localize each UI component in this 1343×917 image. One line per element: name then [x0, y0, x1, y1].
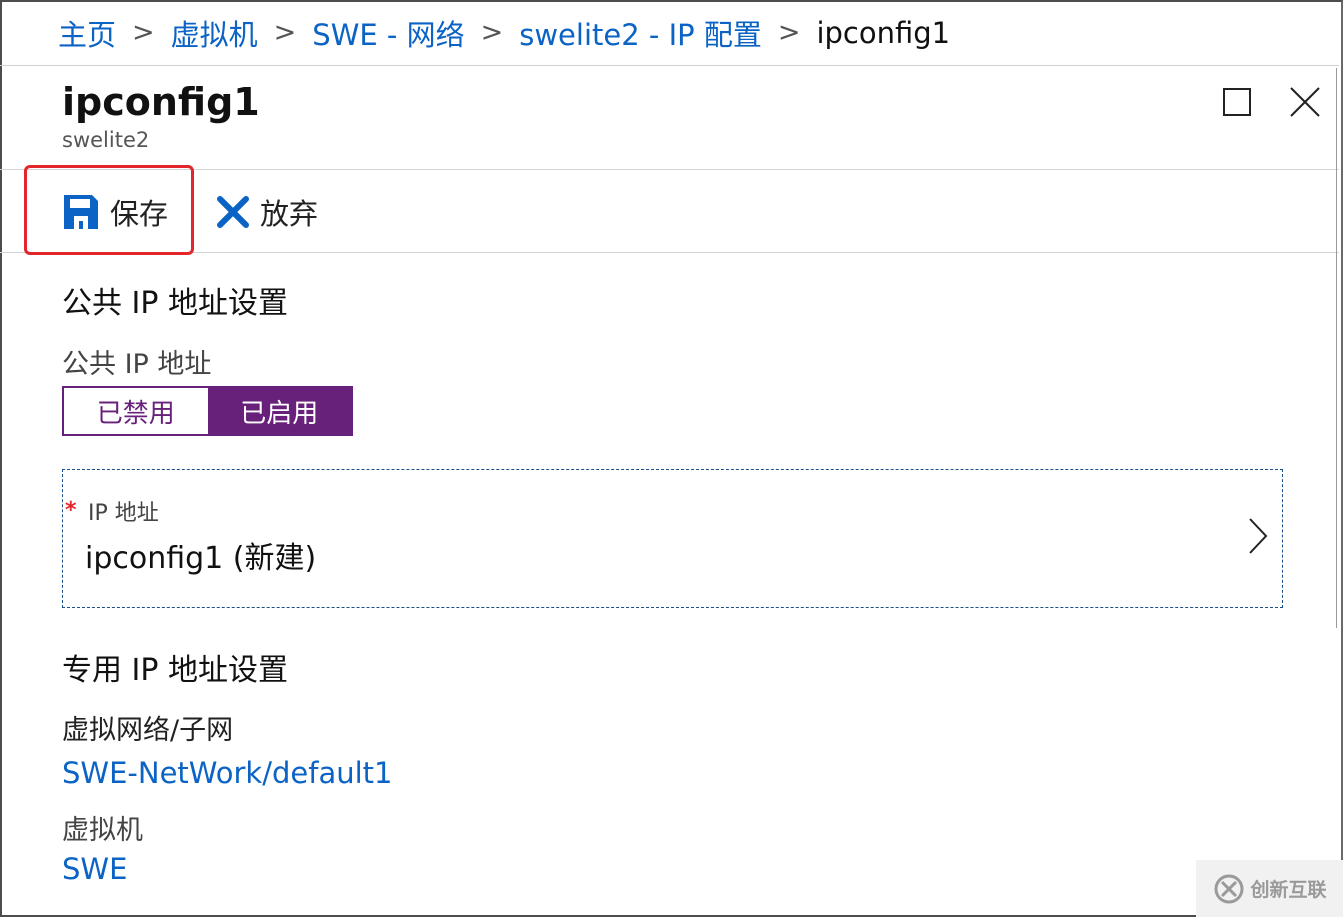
- toolbar-divider: [0, 252, 1339, 253]
- breadcrumb-separator: >: [132, 17, 155, 48]
- private-ip-section-title: 专用 IP 地址设置: [62, 653, 289, 688]
- virtual-machine-link[interactable]: SWE: [62, 852, 127, 886]
- breadcrumb: 主页 > 虚拟机 > SWE - 网络 > swelite2 - IP 配置 >…: [0, 0, 1339, 66]
- chevron-right-icon: [1249, 518, 1268, 554]
- virtual-machine-label: 虚拟机: [62, 815, 143, 846]
- save-icon: [64, 195, 98, 229]
- close-button[interactable]: [1285, 82, 1325, 122]
- ip-address-selector[interactable]: * IP 地址 ipconfig1 (新建): [62, 469, 1283, 608]
- maximize-icon: [1223, 88, 1251, 116]
- ip-address-label: IP 地址: [88, 501, 159, 526]
- toggle-disabled-option[interactable]: 已禁用: [64, 388, 208, 434]
- vnet-subnet-link[interactable]: SWE-NetWork/default1: [62, 756, 392, 790]
- breadcrumb-home[interactable]: 主页: [58, 12, 116, 54]
- breadcrumb-current: ipconfig1: [816, 15, 951, 50]
- public-ip-field-label: 公共 IP 地址: [62, 349, 212, 380]
- discard-button[interactable]: 放弃: [216, 186, 318, 238]
- vnet-subnet-label: 虚拟网络/子网: [62, 715, 234, 746]
- breadcrumb-virtual-machines[interactable]: 虚拟机: [171, 12, 258, 54]
- public-ip-toggle[interactable]: 已禁用 已启用: [62, 386, 353, 436]
- page-subtitle: swelite2: [62, 128, 150, 152]
- public-ip-section-title: 公共 IP 地址设置: [62, 286, 289, 321]
- ip-address-value: ipconfig1 (新建): [85, 541, 317, 576]
- toggle-enabled-option[interactable]: 已启用: [207, 388, 351, 434]
- breadcrumb-ip-config[interactable]: swelite2 - IP 配置: [519, 12, 762, 54]
- close-icon: [1290, 87, 1320, 117]
- watermark-logo-icon: [1214, 874, 1244, 903]
- breadcrumb-separator: >: [777, 17, 801, 48]
- blade-header: ipconfig1 swelite2: [62, 80, 260, 152]
- discard-label: 放弃: [260, 197, 319, 231]
- blade-right-edge: [1336, 68, 1337, 628]
- watermark-text: 创新互联: [1250, 879, 1327, 901]
- required-marker: *: [65, 498, 77, 523]
- breadcrumb-swe-network[interactable]: SWE - 网络: [312, 12, 464, 54]
- breadcrumb-separator: >: [273, 17, 297, 48]
- watermark: 创新互联: [1196, 860, 1343, 917]
- save-label: 保存: [110, 197, 169, 231]
- breadcrumb-separator: >: [480, 17, 504, 48]
- discard-x-icon: [217, 196, 249, 228]
- save-button[interactable]: 保存: [62, 186, 168, 238]
- header-divider: [0, 169, 1339, 170]
- page-title: ipconfig1: [62, 80, 260, 124]
- maximize-button[interactable]: [1217, 82, 1257, 122]
